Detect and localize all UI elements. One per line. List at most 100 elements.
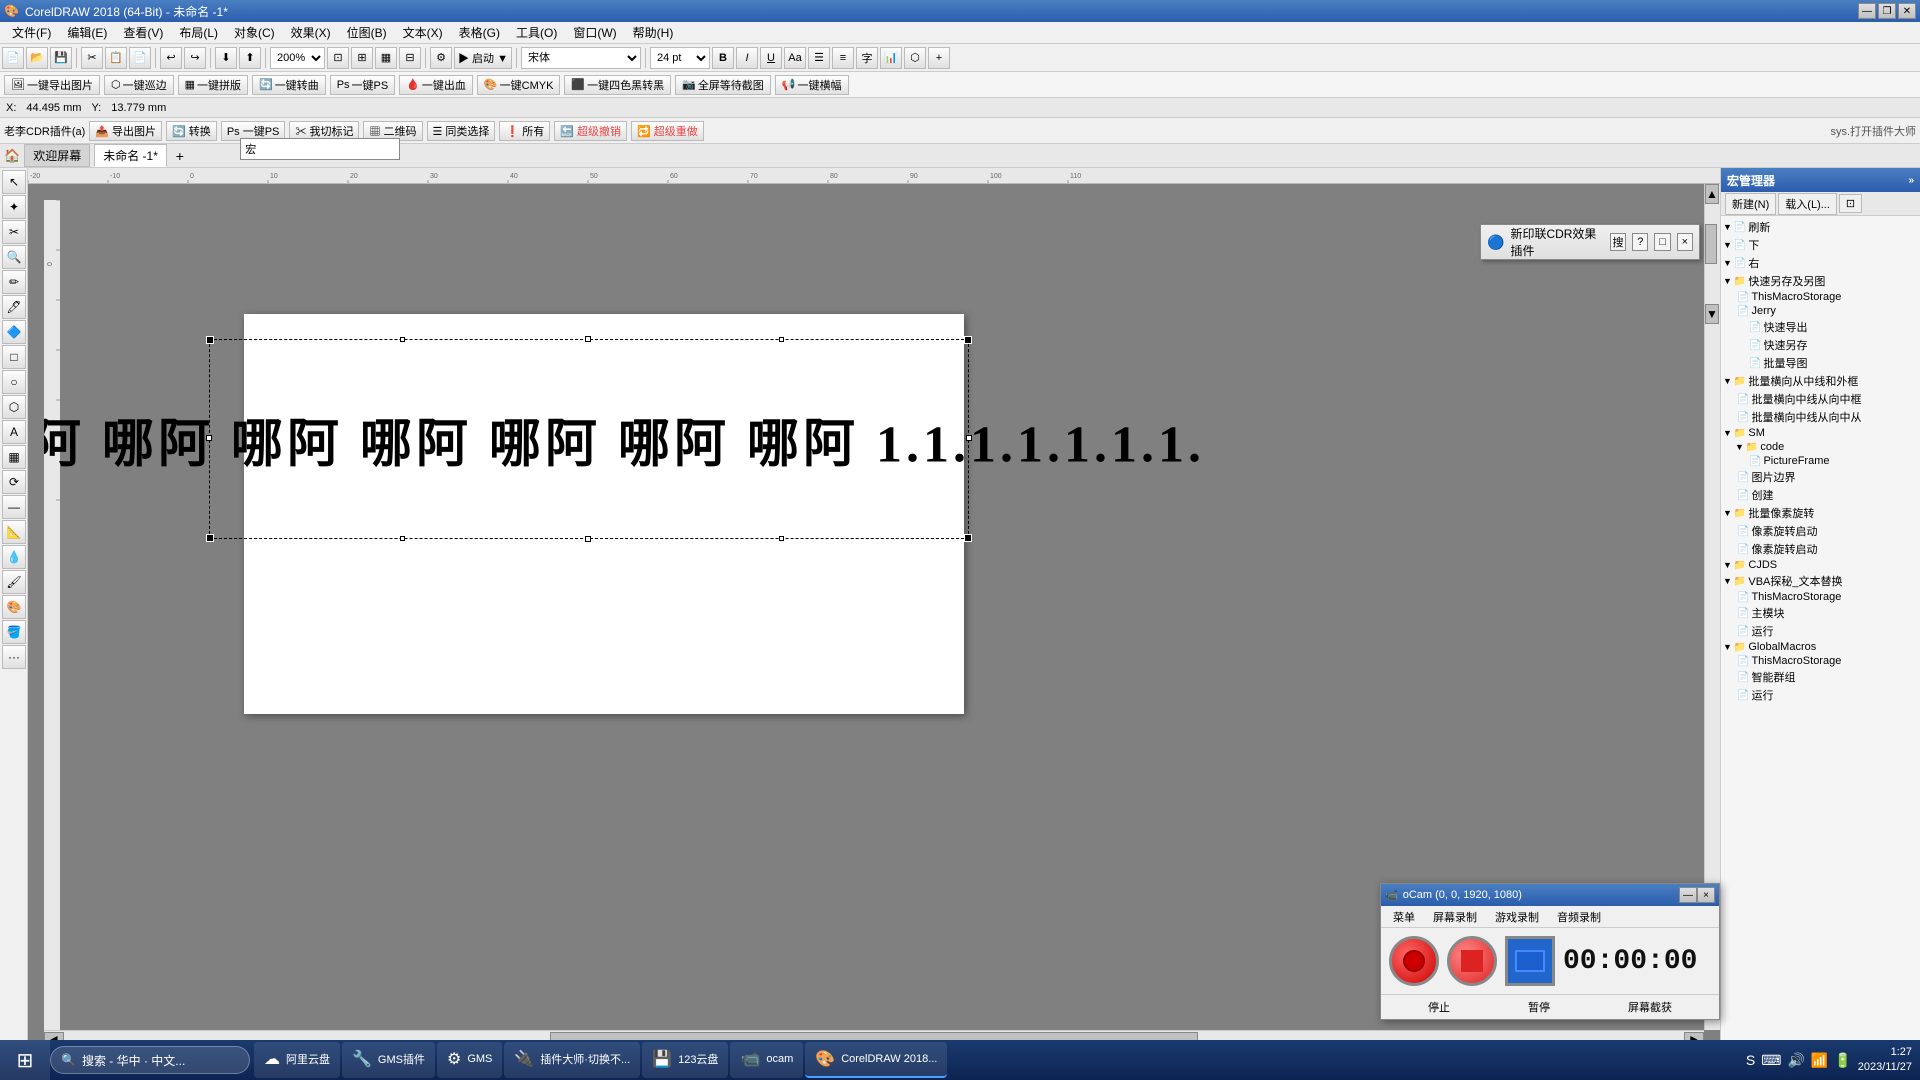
handle-br[interactable] xyxy=(964,534,972,542)
cut-btn[interactable]: ✂ xyxy=(81,47,103,69)
view-btn[interactable]: ⊡ xyxy=(327,47,349,69)
document-tab[interactable]: 未命名 -1* xyxy=(94,144,167,167)
start-button[interactable]: ⊞ xyxy=(0,1040,50,1080)
ellipse-tool[interactable]: ○ xyxy=(2,370,26,394)
align-btn[interactable]: ⊟ xyxy=(399,47,421,69)
ocam-audio-record-tab[interactable]: 音频录制 xyxy=(1549,907,1609,927)
eyedrop-tool[interactable]: 💧 xyxy=(2,545,26,569)
handle-tr[interactable] xyxy=(964,336,972,344)
menu-item[interactable]: 布局(L) xyxy=(171,22,226,43)
tree-node[interactable]: 📄 运行 xyxy=(1723,622,1918,640)
tree-node[interactable]: ▼ 📁 GlobalMacros xyxy=(1723,640,1918,654)
xyl-help-btn[interactable]: ? xyxy=(1632,233,1648,251)
layout-btn[interactable]: ▦ 一键拼版 xyxy=(178,75,248,95)
tree-node[interactable]: 📄 ThisMacroStorage xyxy=(1723,654,1918,668)
add-tab-btn[interactable]: + xyxy=(171,147,189,165)
table-btn[interactable]: 📊 xyxy=(880,47,902,69)
ocam-screenshot-button[interactable] xyxy=(1505,936,1555,986)
tree-node[interactable]: 📄 像素旋转启动 xyxy=(1723,540,1918,558)
new-macro-btn[interactable]: 新建(N) xyxy=(1725,193,1776,215)
handle-tc[interactable] xyxy=(585,336,591,342)
settings-btn[interactable]: ⚙ xyxy=(430,47,452,69)
list-btn[interactable]: ≡ xyxy=(832,47,854,69)
super-redo-btn[interactable]: 🔁 超级重做 xyxy=(631,121,704,141)
select-tool[interactable]: ↖ xyxy=(2,170,26,194)
ocam-menu-item[interactable]: 菜单 xyxy=(1385,907,1423,927)
tree-node[interactable]: ▼ 📄 下 xyxy=(1723,236,1918,254)
screenshot-btn[interactable]: 📷 全屏等待截图 xyxy=(675,75,771,95)
taskbar-aliyun[interactable]: ☁ 阿里云盘 xyxy=(254,1042,340,1078)
taskbar-plugin-master[interactable]: 🔌 插件大师·切换不... xyxy=(504,1042,640,1078)
new-btn[interactable]: 📄 xyxy=(2,47,24,69)
text-tool[interactable]: A xyxy=(2,420,26,444)
tree-node[interactable]: 📄 快速另存 xyxy=(1723,336,1918,354)
tree-node[interactable]: ▼ 📁 批量横向从中线和外框 xyxy=(1723,372,1918,390)
tree-node[interactable]: 📄 主模块 xyxy=(1723,604,1918,622)
macro-search-input[interactable]: 宏 xyxy=(240,138,400,160)
system-clock[interactable]: 1:27 2023/11/27 xyxy=(1858,1045,1912,1076)
bullet-btn[interactable]: ☰ xyxy=(808,47,830,69)
tree-node[interactable]: 📄 PictureFrame xyxy=(1723,454,1918,468)
tree-node[interactable]: 📄 批量导图 xyxy=(1723,354,1918,372)
tree-node[interactable]: 📄 批量横向中线从向中框 xyxy=(1723,390,1918,408)
handle-t2[interactable] xyxy=(779,337,784,342)
menu-item[interactable]: 编辑(E) xyxy=(59,22,115,43)
minimize-button[interactable]: — xyxy=(1858,3,1876,19)
scroll-thumb-v[interactable] xyxy=(1705,224,1717,264)
ocam-game-record-tab[interactable]: 游戏录制 xyxy=(1487,907,1547,927)
taskbar-coreldraw[interactable]: 🎨 CorelDRAW 2018... xyxy=(805,1042,947,1078)
menu-item[interactable]: 效果(X) xyxy=(283,22,339,43)
taskbar-gms[interactable]: ⚙ GMS xyxy=(437,1042,502,1078)
tray-icon-5[interactable]: 🔋 xyxy=(1834,1052,1851,1069)
ocam-record-button[interactable] xyxy=(1389,936,1439,986)
tree-node[interactable]: 📄 ThisMacroStorage xyxy=(1723,590,1918,604)
pause-label[interactable]: 暂停 xyxy=(1528,999,1550,1015)
rect-tool[interactable]: □ xyxy=(2,345,26,369)
xyl-search-btn[interactable]: 搜 xyxy=(1610,233,1626,251)
tree-node[interactable]: ▼ 📁 CJDS xyxy=(1723,558,1918,572)
export-image-btn[interactable]: 🖼 🖼 一键导出图片 一键导出图片 xyxy=(4,75,100,95)
handle-bl[interactable] xyxy=(206,534,214,542)
menu-item[interactable]: 对象(C) xyxy=(226,22,283,43)
macro-tree[interactable]: ▼ 📄 刷新 ▼ 📄 下 ▼ 📄 右 ▼ 📁 快速另存及另图 📄 ThisMac… xyxy=(1721,216,1920,1046)
tray-icon-1[interactable]: S xyxy=(1746,1052,1755,1068)
ocam-close-btn[interactable]: × xyxy=(1697,887,1715,903)
banner-btn[interactable]: 📢 一键横幅 xyxy=(775,75,849,95)
menu-item[interactable]: 表格(G) xyxy=(451,22,508,43)
bucket-tool[interactable]: 🪣 xyxy=(2,620,26,644)
tree-node[interactable]: 📄 运行 xyxy=(1723,686,1918,704)
convert-btn[interactable]: 🔄 转换 xyxy=(166,121,217,141)
export-btn[interactable]: ⬆ xyxy=(239,47,261,69)
tree-node[interactable]: ▼ 📁 批量像素旋转 xyxy=(1723,504,1918,522)
tree-node[interactable]: ▼ 📄 刷新 xyxy=(1723,218,1918,236)
stop-label[interactable]: 停止 xyxy=(1428,999,1450,1015)
parallel-tool[interactable]: ⟳ xyxy=(2,470,26,494)
ocam-stop-button[interactable] xyxy=(1447,936,1497,986)
view3-btn[interactable]: ▦ xyxy=(375,47,397,69)
handle-bc[interactable] xyxy=(585,536,591,542)
ps-btn[interactable]: Ps 一键PS xyxy=(330,75,396,95)
polygon-tool[interactable]: ⬡ xyxy=(2,395,26,419)
measure-tool[interactable]: 📐 xyxy=(2,520,26,544)
pen-tool[interactable]: 🖊 xyxy=(2,295,26,319)
taskbar-123pan[interactable]: 💾 123云盘 xyxy=(642,1042,728,1078)
menu-item[interactable]: 工具(O) xyxy=(508,22,565,43)
menu-item[interactable]: 查看(V) xyxy=(115,22,171,43)
char-btn[interactable]: 字 xyxy=(856,47,878,69)
start-btn[interactable]: ▶ 启动 ▼ xyxy=(454,47,512,69)
tree-node[interactable]: ▼ 📁 code xyxy=(1723,440,1918,454)
tree-node[interactable]: 📄 Jerry xyxy=(1723,304,1918,318)
menu-item[interactable]: 帮助(H) xyxy=(625,22,682,43)
all-btn[interactable]: ❗ 所有 xyxy=(499,121,550,141)
menu-item[interactable]: 窗口(W) xyxy=(565,22,624,43)
xyl-min-btn[interactable]: □ xyxy=(1654,233,1670,251)
font-select[interactable]: 宋体 xyxy=(521,47,641,69)
poly-tool[interactable]: 🔷 xyxy=(2,320,26,344)
underline-btn[interactable]: U xyxy=(760,47,782,69)
plus-btn[interactable]: + xyxy=(928,47,950,69)
menu-item[interactable]: 文本(X) xyxy=(395,22,451,43)
crop-tool[interactable]: ✂ xyxy=(2,220,26,244)
tray-icon-2[interactable]: ⌨ xyxy=(1761,1052,1781,1069)
close-button[interactable]: ✕ xyxy=(1898,3,1916,19)
shape-btn[interactable]: ⬡ xyxy=(904,47,926,69)
